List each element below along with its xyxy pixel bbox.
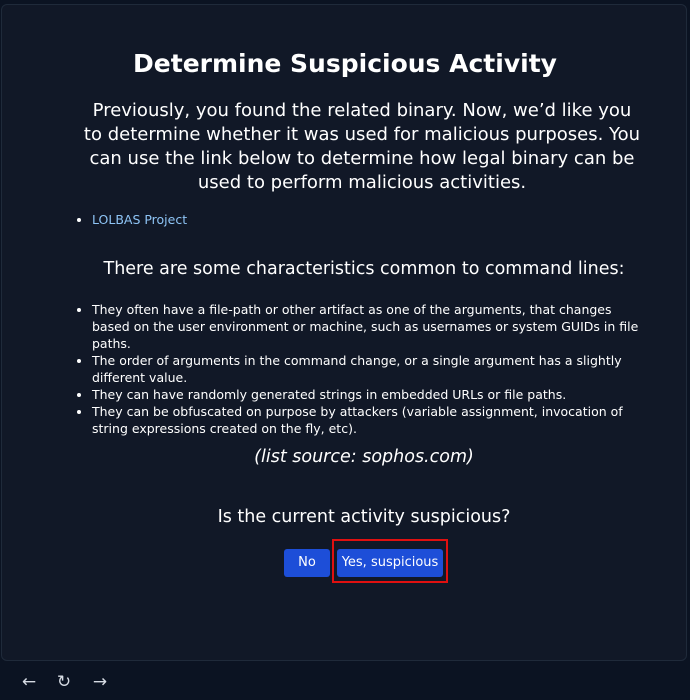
list-item: They can be obfuscated on purpose by att…	[92, 403, 652, 437]
list-item: They often have a file-path or other art…	[92, 301, 652, 352]
list-source: (list source: sophos.com)	[254, 447, 474, 467]
list-item: LOLBAS Project	[92, 211, 187, 228]
list-item: The order of arguments in the command ch…	[92, 352, 652, 386]
intro-text: Previously, you found the related binary…	[83, 100, 641, 193]
no-button[interactable]: No	[284, 549, 330, 577]
page-title: Determine Suspicious Activity	[133, 49, 557, 78]
link-list: LOLBAS Project	[78, 211, 187, 228]
reload-icon[interactable]: ↻	[54, 672, 74, 692]
lolbas-project-link[interactable]: LOLBAS Project	[92, 212, 187, 227]
content-panel: Determine Suspicious Activity Previously…	[1, 4, 687, 661]
selection-highlight	[332, 539, 448, 583]
list-item: They can have randomly generated strings…	[92, 386, 652, 403]
forward-arrow-icon[interactable]: →	[90, 672, 110, 692]
characteristics-list: They often have a file-path or other art…	[78, 301, 652, 437]
app-frame: Determine Suspicious Activity Previously…	[0, 0, 690, 700]
characteristics-heading: There are some characteristics common to…	[103, 259, 625, 279]
back-arrow-icon[interactable]: ←	[19, 672, 39, 692]
question-text: Is the current activity suspicious?	[217, 507, 511, 527]
navigation-bar: ← ↻ →	[0, 662, 690, 700]
